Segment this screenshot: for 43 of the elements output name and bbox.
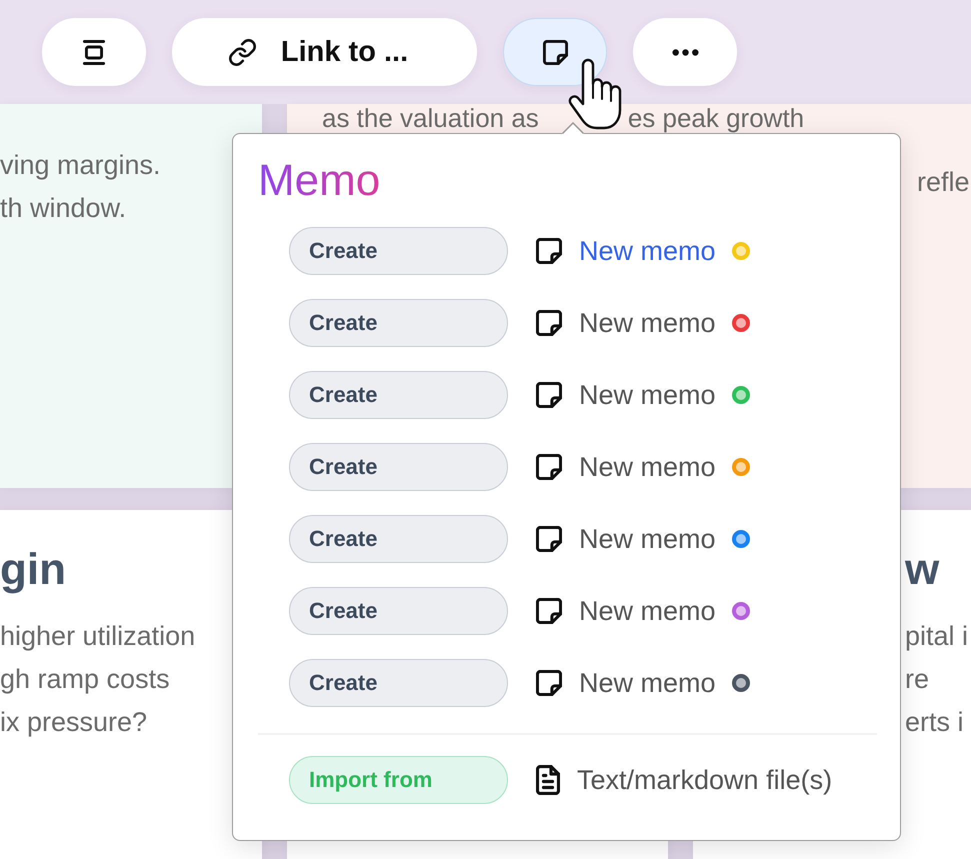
menu-item-label[interactable]: New memo — [579, 524, 716, 554]
card-text: erts i — [905, 706, 965, 739]
menu-item-label[interactable]: New memo — [579, 308, 716, 338]
sticky-note-icon — [536, 598, 562, 624]
memo-button[interactable] — [503, 18, 607, 86]
sticky-note-icon — [542, 40, 568, 64]
card-title: gin — [0, 545, 67, 595]
card-text: ix pressure? — [0, 706, 148, 739]
card-text: re — [905, 663, 930, 696]
menu-item-label[interactable]: New memo — [579, 596, 716, 626]
sticky-note-icon — [536, 238, 562, 264]
card-text: ving margins. — [0, 149, 162, 182]
menu-item-label[interactable]: Text/markdown file(s) — [577, 764, 832, 796]
menu-item-label[interactable]: New memo — [579, 668, 716, 698]
link-button[interactable]: Link to ... — [172, 18, 477, 86]
card-text: pital i — [905, 620, 970, 653]
card-text: es peak growth — [628, 104, 804, 133]
menu-item-label[interactable]: New memo — [579, 452, 716, 482]
card-text: gh ramp costs — [0, 663, 171, 696]
create-button[interactable]: Create — [289, 227, 508, 275]
create-button[interactable]: Create — [289, 371, 508, 419]
link-icon — [228, 38, 256, 66]
card-text: higher utilization — [0, 620, 196, 653]
sticky-note-icon — [536, 670, 562, 696]
card-text: th window. — [0, 192, 128, 225]
sticky-note-icon — [536, 310, 562, 336]
menu-item-label[interactable]: New memo — [579, 236, 716, 266]
create-button[interactable]: Create — [289, 515, 508, 563]
card-text: as the valuation as — [322, 104, 539, 133]
align-center-icon — [83, 40, 105, 64]
create-button[interactable]: Create — [289, 443, 508, 491]
card-title: w — [905, 545, 940, 595]
menu-item-label[interactable]: New memo — [579, 380, 716, 410]
create-button[interactable]: Create — [289, 587, 508, 635]
sticky-note-icon — [536, 454, 562, 480]
card-text: refle — [917, 166, 971, 199]
create-button[interactable]: Create — [289, 299, 508, 347]
more-icon — [672, 48, 698, 56]
create-button[interactable]: Create — [289, 659, 508, 707]
hand-cursor-icon — [568, 58, 622, 130]
document-icon — [536, 765, 560, 795]
sticky-note-icon — [536, 382, 562, 408]
sticky-note-icon — [536, 526, 562, 552]
